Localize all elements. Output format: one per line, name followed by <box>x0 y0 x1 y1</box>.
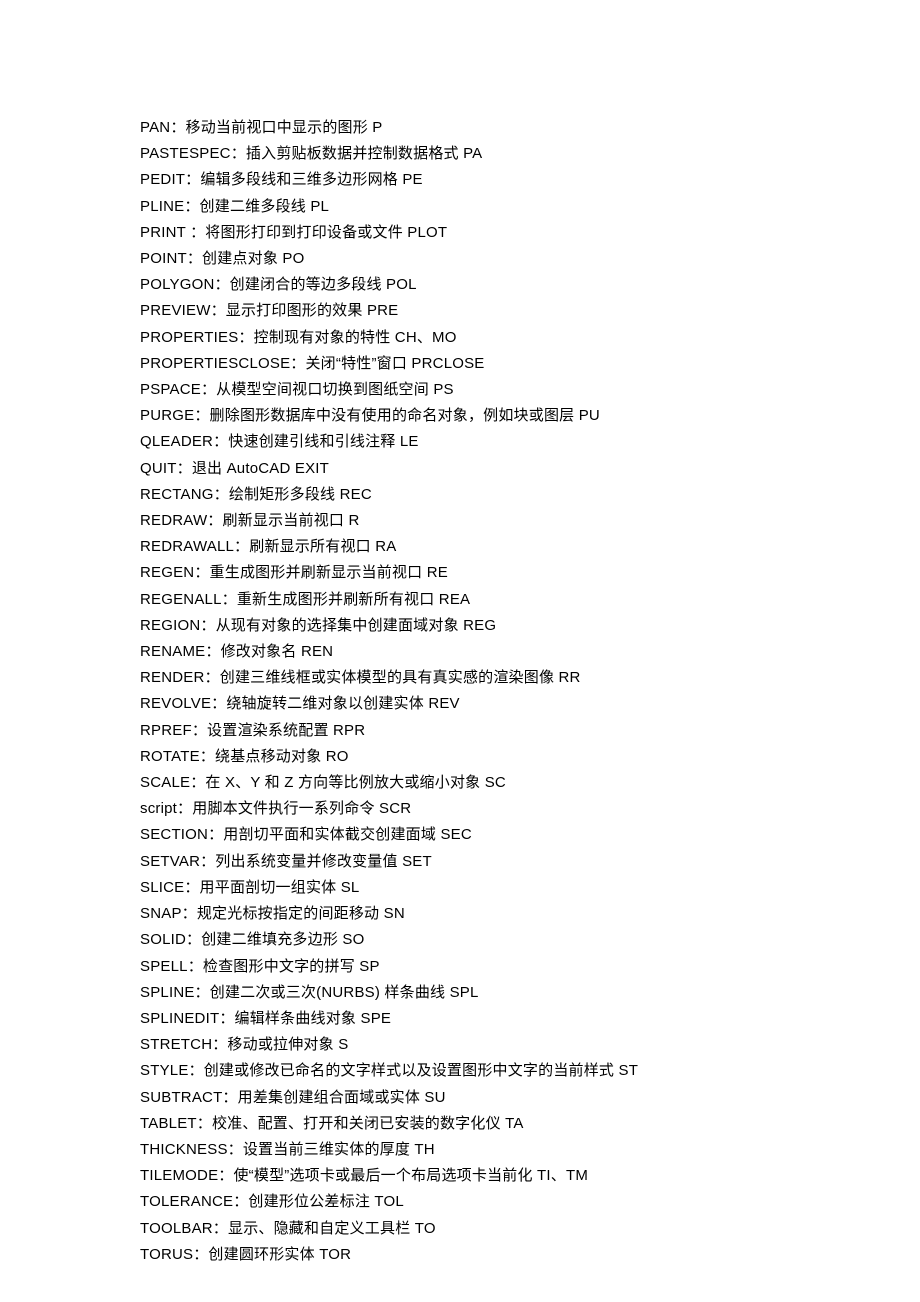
command-line: RPREF：设置渲染系统配置 RPR <box>140 718 920 744</box>
command-line: TOOLBAR：显示、隐藏和自定义工具栏 TO <box>140 1216 920 1242</box>
command-line: RENDER：创建三维线框或实体模型的具有真实感的渲染图像 RR <box>140 665 920 691</box>
command-line: PREVIEW：显示打印图形的效果 PRE <box>140 298 920 324</box>
command-line: PRINT ：将图形打印到打印设备或文件 PLOT <box>140 220 920 246</box>
document-content: PAN：移动当前视口中显示的图形 PPASTESPEC：插入剪贴板数据并控制数据… <box>140 115 920 1268</box>
command-line: PROPERTIES：控制现有对象的特性 CH、MO <box>140 325 920 351</box>
command-line: SPLINEDIT：编辑样条曲线对象 SPE <box>140 1006 920 1032</box>
command-line: TOLERANCE：创建形位公差标注 TOL <box>140 1189 920 1215</box>
command-line: SOLID：创建二维填充多边形 SO <box>140 927 920 953</box>
command-line: SNAP：规定光标按指定的间距移动 SN <box>140 901 920 927</box>
command-line: TABLET：校准、配置、打开和关闭已安装的数字化仪 TA <box>140 1111 920 1137</box>
command-line: SECTION：用剖切平面和实体截交创建面域 SEC <box>140 822 920 848</box>
command-line: REGEN：重生成图形并刷新显示当前视口 RE <box>140 560 920 586</box>
command-line: REGION：从现有对象的选择集中创建面域对象 REG <box>140 613 920 639</box>
command-line: TORUS：创建圆环形实体 TOR <box>140 1242 920 1268</box>
command-line: RENAME：修改对象名 REN <box>140 639 920 665</box>
command-line: SPLINE：创建二次或三次(NURBS) 样条曲线 SPL <box>140 980 920 1006</box>
command-line: PEDIT：编辑多段线和三维多边形网格 PE <box>140 167 920 193</box>
command-line: REVOLVE：绕轴旋转二维对象以创建实体 REV <box>140 691 920 717</box>
command-line: PSPACE：从模型空间视口切换到图纸空间 PS <box>140 377 920 403</box>
command-line: REDRAWALL：刷新显示所有视口 RA <box>140 534 920 560</box>
command-line: QLEADER：快速创建引线和引线注释 LE <box>140 429 920 455</box>
command-line: REDRAW：刷新显示当前视口 R <box>140 508 920 534</box>
command-line: PROPERTIESCLOSE：关闭“特性”窗口 PRCLOSE <box>140 351 920 377</box>
command-line: STRETCH：移动或拉伸对象 S <box>140 1032 920 1058</box>
command-line: POLYGON：创建闭合的等边多段线 POL <box>140 272 920 298</box>
command-line: TILEMODE：使“模型”选项卡或最后一个布局选项卡当前化 TI、TM <box>140 1163 920 1189</box>
command-line: PASTESPEC：插入剪贴板数据并控制数据格式 PA <box>140 141 920 167</box>
command-line: QUIT：退出 AutoCAD EXIT <box>140 456 920 482</box>
command-line: PURGE：删除图形数据库中没有使用的命名对象，例如块或图层 PU <box>140 403 920 429</box>
command-line: PLINE：创建二维多段线 PL <box>140 194 920 220</box>
command-line: SCALE：在 X、Y 和 Z 方向等比例放大或缩小对象 SC <box>140 770 920 796</box>
command-line: THICKNESS：设置当前三维实体的厚度 TH <box>140 1137 920 1163</box>
command-line: ROTATE：绕基点移动对象 RO <box>140 744 920 770</box>
command-line: REGENALL：重新生成图形并刷新所有视口 REA <box>140 587 920 613</box>
command-line: SLICE：用平面剖切一组实体 SL <box>140 875 920 901</box>
command-line: script：用脚本文件执行一系列命令 SCR <box>140 796 920 822</box>
command-line: SUBTRACT：用差集创建组合面域或实体 SU <box>140 1085 920 1111</box>
command-line: POINT：创建点对象 PO <box>140 246 920 272</box>
command-line: STYLE：创建或修改已命名的文字样式以及设置图形中文字的当前样式 ST <box>140 1058 920 1084</box>
command-line: PAN：移动当前视口中显示的图形 P <box>140 115 920 141</box>
command-line: RECTANG：绘制矩形多段线 REC <box>140 482 920 508</box>
command-line: SETVAR：列出系统变量并修改变量值 SET <box>140 849 920 875</box>
command-line: SPELL：检查图形中文字的拼写 SP <box>140 954 920 980</box>
